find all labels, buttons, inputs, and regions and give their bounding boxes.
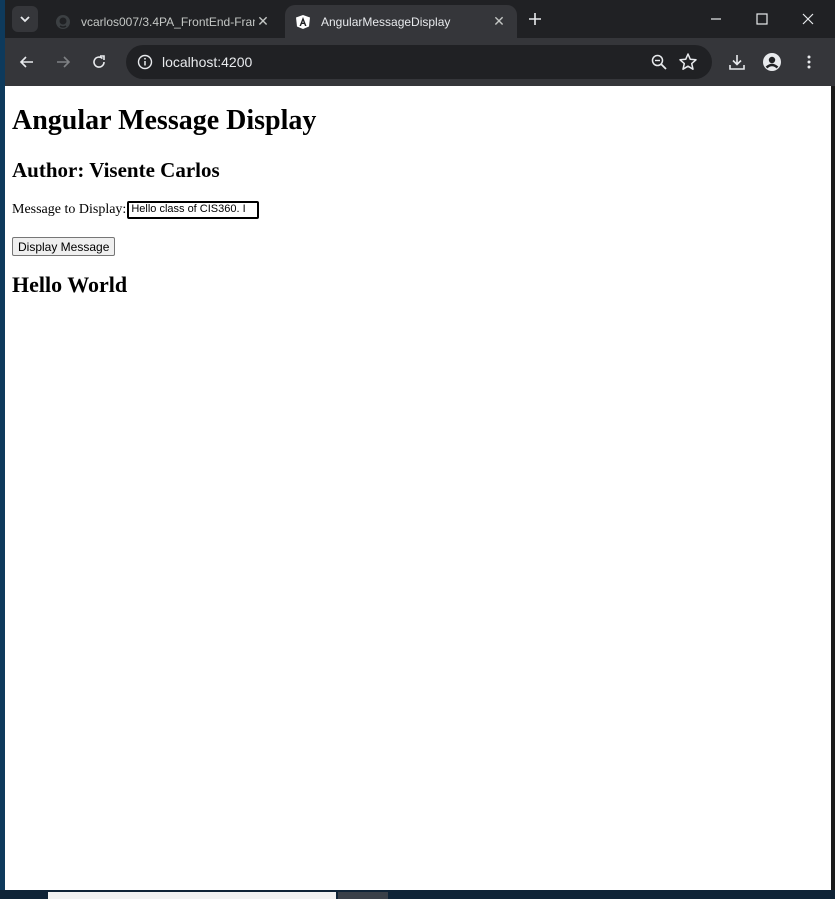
- taskbar-window: [48, 892, 336, 899]
- window-edge: [831, 86, 835, 890]
- message-row: Message to Display: Hello class of CIS36…: [12, 201, 260, 219]
- menu-button[interactable]: [797, 50, 821, 74]
- avatar-icon: [763, 53, 781, 71]
- taskbar-item: [338, 892, 388, 899]
- browser-toolbar: localhost:4200: [5, 38, 835, 86]
- minimize-icon: [711, 18, 721, 20]
- back-button[interactable]: [15, 50, 39, 74]
- reload-button[interactable]: [87, 50, 111, 74]
- tab-github[interactable]: vcarlos007/3.4PA_FrontEnd-Framework ✕: [45, 5, 281, 38]
- tab-title: vcarlos007/3.4PA_FrontEnd-Framework: [81, 14, 255, 29]
- arrow-left-icon: [19, 56, 33, 68]
- close-icon[interactable]: ✕: [255, 13, 271, 30]
- tab-search-button[interactable]: [12, 6, 38, 32]
- close-icon[interactable]: ✕: [491, 13, 507, 30]
- new-tab-button[interactable]: [524, 8, 546, 30]
- github-icon: [55, 14, 71, 30]
- maximize-icon: [756, 13, 768, 25]
- chevron-down-icon: [20, 16, 30, 23]
- download-icon: [729, 55, 745, 70]
- star-icon[interactable]: [678, 52, 698, 72]
- arrow-right-icon: [57, 56, 71, 68]
- display-message-button[interactable]: Display Message: [12, 237, 116, 256]
- minimize-button[interactable]: [693, 0, 739, 38]
- tab-title: AngularMessageDisplay: [321, 14, 451, 29]
- address-bar[interactable]: localhost:4200: [126, 45, 712, 79]
- message-label: Message to Display:: [12, 202, 127, 217]
- angular-icon: [295, 14, 311, 30]
- close-window-button[interactable]: [785, 0, 831, 38]
- url-text: localhost:4200: [162, 54, 253, 70]
- tab-strip: vcarlos007/3.4PA_FrontEnd-Framework ✕ An…: [5, 0, 835, 38]
- kebab-menu-icon: [807, 55, 811, 69]
- page-title: Angular Message Display: [12, 105, 317, 136]
- taskbar-strip: [0, 890, 835, 899]
- zoom-icon[interactable]: [650, 53, 668, 71]
- message-output: Hello World: [12, 272, 128, 297]
- profile-button[interactable]: [760, 50, 784, 74]
- page-content: Angular Message Display Author: Visente …: [5, 86, 831, 890]
- info-icon[interactable]: [136, 53, 154, 71]
- plus-icon: [529, 13, 541, 25]
- maximize-button[interactable]: [739, 0, 785, 38]
- author-heading: Author: Visente Carlos: [12, 158, 220, 182]
- message-input[interactable]: Hello class of CIS360. I: [127, 201, 260, 219]
- close-icon: [802, 13, 814, 25]
- forward-button[interactable]: [51, 50, 75, 74]
- downloads-button[interactable]: [725, 50, 749, 74]
- reload-icon: [93, 55, 105, 68]
- tab-angular[interactable]: AngularMessageDisplay ✕: [285, 5, 517, 38]
